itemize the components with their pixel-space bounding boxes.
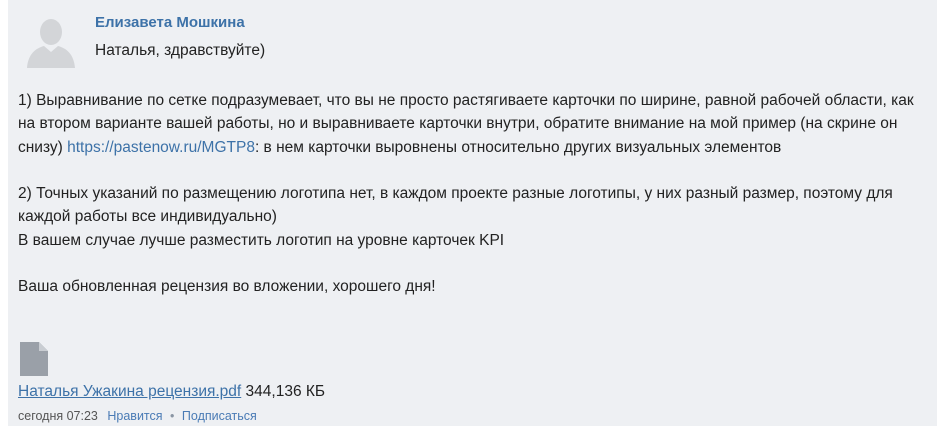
subscribe-button[interactable]: Подписаться (182, 409, 257, 423)
pastenow-link[interactable]: https://pastenow.ru/MGTP8 (67, 139, 255, 156)
comment-meta: сегодня 07:23 Нравится • Подписаться (18, 409, 257, 423)
author-name[interactable]: Елизавета Мошкина (95, 14, 245, 31)
like-button[interactable]: Нравится (107, 409, 162, 423)
attachment-link[interactable]: Наталья Ужакина рецензия.pdf (18, 383, 241, 400)
avatar[interactable] (24, 14, 78, 68)
paragraph-3: Ваша обновленная рецензия во вложении, х… (18, 278, 436, 296)
user-silhouette-icon (27, 19, 75, 68)
separator-dot: • (170, 409, 175, 423)
file-icon[interactable] (20, 342, 48, 376)
greeting-text: Наталья, здравствуйте) (95, 42, 266, 59)
paragraph-1-tail: : в нем карточки выровнены относительно … (254, 138, 782, 156)
attachment-row: Наталья Ужакина рецензия.pdf 344,136 КБ (18, 383, 325, 401)
paragraph-2: 2) Точных указаний по размещению логотип… (18, 185, 893, 226)
comment-timestamp: сегодня 07:23 (18, 409, 98, 423)
comment-body: 1) Выравнивание по сетке подразумевает, … (18, 89, 930, 299)
paragraph-1: 1) Выравнивание по сетке подразумевает, … (18, 89, 930, 159)
attachment-size: 344,136 КБ (245, 383, 326, 400)
comment-card: Елизавета Мошкина Наталья, здравствуйте)… (8, 0, 937, 426)
paragraph-2-line-2: В вашем случае лучше разместить логотип … (18, 231, 505, 249)
